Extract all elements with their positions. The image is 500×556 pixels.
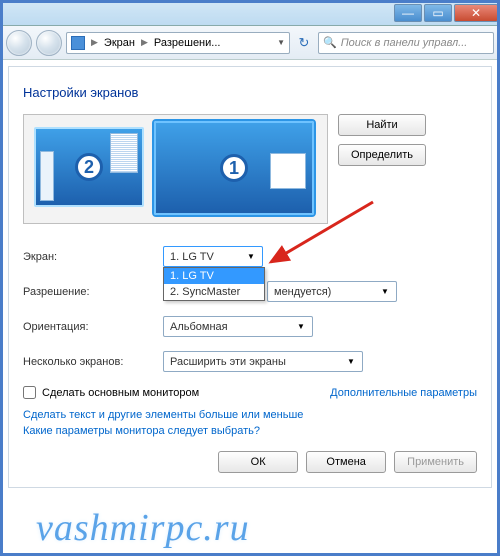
cancel-button[interactable]: Отмена (306, 451, 386, 473)
resolution-value: мендуется) (274, 286, 331, 298)
find-button[interactable]: Найти (338, 114, 426, 136)
display-arrangement-box[interactable]: 2 1 (23, 114, 328, 224)
text-size-link[interactable]: Сделать текст и другие элементы больше и… (23, 409, 477, 421)
dialog-button-row: ОК Отмена Применить (23, 451, 477, 473)
screen-dropdown: 1. LG TV 2. SyncMaster (163, 267, 265, 301)
extra-params-link[interactable]: Дополнительные параметры (330, 387, 477, 399)
make-main-checkbox[interactable] (23, 386, 36, 399)
screen-row: Экран: 1. LG TV ▼ 1. LG TV 2. SyncMaster (23, 246, 477, 267)
address-dropdown-icon[interactable]: ▼ (277, 38, 285, 47)
detect-button[interactable]: Определить (338, 144, 426, 166)
resolution-label: Разрешение: (23, 286, 163, 298)
display-arrangement-row: 2 1 Найти Определить (23, 114, 477, 224)
monitor-1[interactable]: 1 (154, 121, 314, 215)
display-icon (71, 36, 85, 50)
address-bar[interactable]: ▶ Экран ▶ Разрешени... ▼ (66, 32, 290, 54)
screen-option-2[interactable]: 2. SyncMaster (164, 284, 264, 300)
page-title: Настройки экранов (23, 85, 477, 100)
orientation-combobox[interactable]: Альбомная ▼ (163, 316, 313, 337)
breadcrumb-screen[interactable]: Экран (104, 37, 135, 49)
maximize-button[interactable]: ▭ (424, 4, 452, 22)
window-thumb-icon (270, 153, 306, 189)
monitor-2[interactable]: 2 (34, 127, 144, 207)
minimize-button[interactable]: — (394, 4, 422, 22)
window-thumb-icon (110, 133, 138, 173)
monitor-2-number: 2 (75, 153, 103, 181)
forward-button[interactable] (36, 30, 62, 56)
chevron-down-icon: ▼ (293, 317, 308, 336)
search-placeholder: Поиск в панели управл... (341, 37, 468, 49)
breadcrumb-resolution[interactable]: Разрешени... (154, 37, 221, 49)
close-button[interactable]: ✕ (454, 4, 498, 22)
ok-button[interactable]: ОК (218, 451, 298, 473)
display-buttons-column: Найти Определить (338, 114, 426, 224)
chevron-down-icon: ▼ (243, 247, 258, 266)
orientation-value: Альбомная (170, 321, 228, 333)
search-icon: 🔍 (323, 36, 337, 49)
breadcrumb-separator: ▶ (141, 37, 148, 48)
settings-panel: Настройки экранов 2 1 Найти Определить Э… (8, 66, 492, 488)
make-main-label: Сделать основным монитором (42, 387, 199, 399)
refresh-button[interactable]: ↻ (294, 33, 314, 53)
back-button[interactable] (6, 30, 32, 56)
orientation-label: Ориентация: (23, 321, 163, 333)
which-params-link[interactable]: Какие параметры монитора следует выбрать… (23, 425, 477, 437)
watermark-text: vashmirpc.ru (36, 506, 250, 550)
multi-display-label: Несколько экранов: (23, 356, 163, 368)
main-monitor-row: Сделать основным монитором Дополнительны… (23, 386, 477, 399)
taskbar-thumb-icon (40, 151, 54, 201)
screen-label: Экран: (23, 251, 163, 263)
navigation-bar: ▶ Экран ▶ Разрешени... ▼ ↻ 🔍 Поиск в пан… (0, 26, 500, 60)
monitor-1-number: 1 (220, 154, 248, 182)
screen-combobox[interactable]: 1. LG TV ▼ 1. LG TV 2. SyncMaster (163, 246, 263, 267)
chevron-down-icon: ▼ (343, 352, 358, 371)
orientation-row: Ориентация: Альбомная ▼ (23, 316, 477, 337)
multi-display-combobox[interactable]: Расширить эти экраны ▼ (163, 351, 363, 372)
breadcrumb-separator: ▶ (91, 37, 98, 48)
apply-button[interactable]: Применить (394, 451, 477, 473)
screen-option-1[interactable]: 1. LG TV (164, 268, 264, 284)
chevron-down-icon: ▼ (377, 282, 392, 301)
multi-display-value: Расширить эти экраны (170, 356, 286, 368)
screen-value: 1. LG TV (170, 251, 214, 263)
window-titlebar: — ▭ ✕ (0, 0, 500, 26)
search-input[interactable]: 🔍 Поиск в панели управл... (318, 32, 494, 54)
multi-display-row: Несколько экранов: Расширить эти экраны … (23, 351, 477, 372)
resolution-combobox[interactable]: мендуется) ▼ (267, 281, 397, 302)
